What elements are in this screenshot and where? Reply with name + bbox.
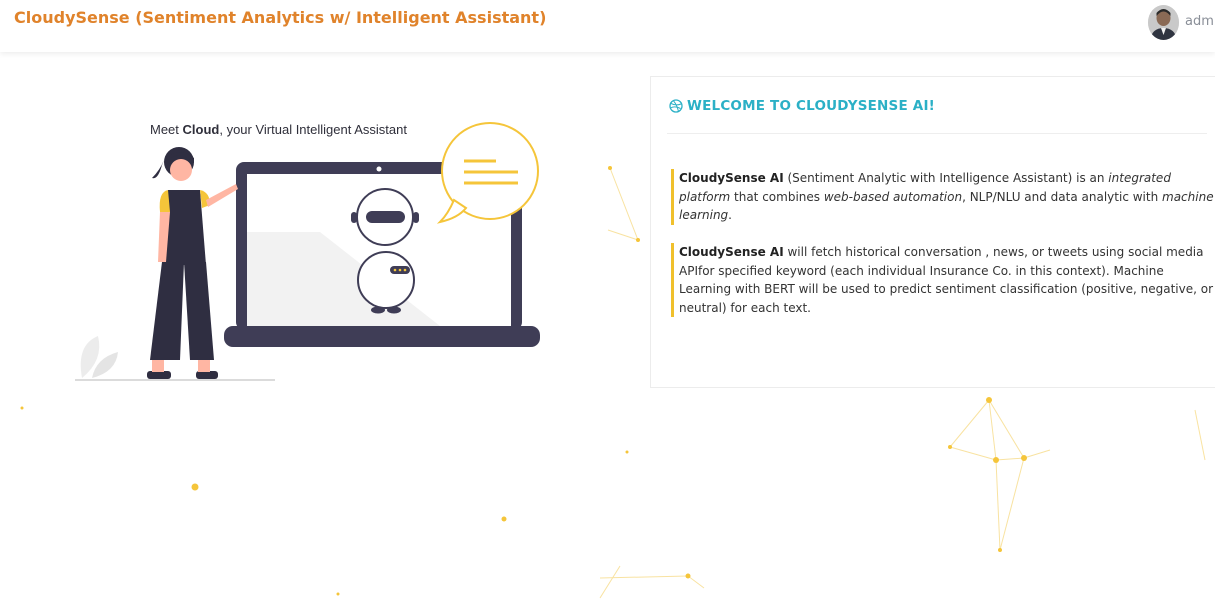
user-avatar[interactable] xyxy=(1148,5,1179,40)
assistant-caption: Meet Cloud, your Virtual Intelligent Ass… xyxy=(150,122,407,137)
user-photo-icon xyxy=(1148,5,1179,40)
welcome-card: WELCOME TO CLOUDYSENSE AI! CloudySense A… xyxy=(650,76,1215,388)
brand-name: CloudySense AI xyxy=(679,171,784,185)
top-navbar: CloudySense (Sentiment Analytics w/ Inte… xyxy=(0,0,1215,52)
brand-name: CloudySense AI xyxy=(679,245,784,259)
speech-bubble-icon xyxy=(436,122,539,224)
description-paragraph: CloudySense AI will fetch historical con… xyxy=(671,243,1215,317)
leaf-icon xyxy=(80,336,118,378)
virtual-assistant-illustration xyxy=(75,122,540,381)
dribbble-icon xyxy=(669,99,683,113)
welcome-card-header: WELCOME TO CLOUDYSENSE AI! xyxy=(667,98,1207,134)
caption-prefix: Meet xyxy=(150,122,183,137)
welcome-title: WELCOME TO CLOUDYSENSE AI! xyxy=(687,98,936,114)
intro-paragraph: CloudySense AI (Sentiment Analytic with … xyxy=(671,169,1215,225)
caption-suffix: , your Virtual Intelligent Assistant xyxy=(219,122,407,137)
intro-emphasis-2: web-based automation xyxy=(823,189,963,204)
woman-figure-icon xyxy=(147,147,238,379)
intro-text-1: (Sentiment Analytic with Intelligence As… xyxy=(783,171,1109,185)
app-title[interactable]: CloudySense (Sentiment Analytics w/ Inte… xyxy=(14,8,546,27)
username-label[interactable]: admi xyxy=(1185,14,1215,29)
intro-text-4: . xyxy=(728,208,732,222)
intro-text-2: that combines xyxy=(730,189,824,204)
caption-bold-name: Cloud xyxy=(182,122,220,137)
intro-text-3: , NLP/NLU and data analytic with xyxy=(962,189,1163,204)
